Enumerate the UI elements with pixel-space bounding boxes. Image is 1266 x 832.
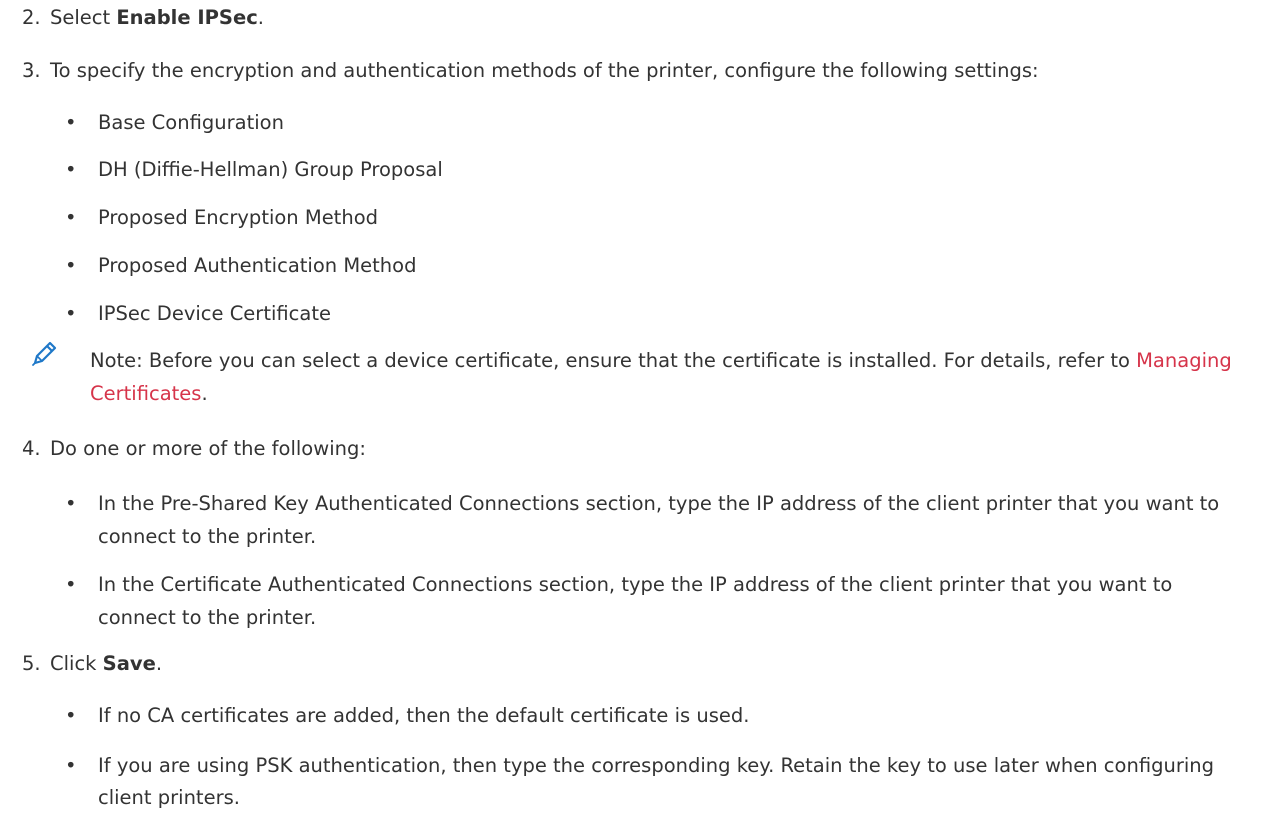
list-item: • DH (Diffie-Hellman) Group Proposal: [65, 156, 1250, 184]
step-text-prefix: Select: [50, 6, 117, 29]
step-text: Do one or more of the following:: [50, 437, 366, 460]
step-text: To specify the encryption and authentica…: [50, 59, 1039, 82]
list-item-text: Proposed Encryption Method: [98, 206, 378, 229]
bullet-icon: •: [65, 754, 77, 777]
list-item: • If you are using PSK authentication, th…: [65, 750, 1250, 814]
list-item-text: In the Certificate Authenticated Connect…: [98, 573, 1173, 629]
list-item: • Proposed Authentication Method: [65, 252, 1250, 280]
list-item: • Proposed Encryption Method: [65, 204, 1250, 232]
document-page: 2. Select Enable IPSec. 3. To specify the …: [0, 0, 1266, 832]
step-text-suffix: .: [155, 652, 163, 675]
list-item-text: DH (Diffie-Hellman) Group Proposal: [98, 158, 443, 181]
step-number: 2.: [22, 6, 41, 29]
step-bold-term: Enable IPSec: [116, 6, 258, 29]
bullet-icon: •: [65, 111, 77, 134]
list-item-text: In the Pre-Shared Key Authenticated Conn…: [98, 492, 1220, 548]
step-number: 3.: [22, 59, 41, 82]
step-4: 4. Do one or more of the following:: [22, 435, 1252, 463]
list-item: • In the Certificate Authenticated Connec…: [65, 568, 1250, 634]
list-item-text: Base Configuration: [98, 111, 284, 134]
step-number: 4.: [22, 437, 41, 460]
list-item-text: Proposed Authentication Method: [98, 254, 417, 277]
bullet-icon: •: [65, 302, 77, 325]
step-text: Select Enable IPSec.: [50, 4, 264, 32]
list-item: • Base Configuration: [65, 109, 1250, 137]
bullet-icon: •: [65, 158, 77, 181]
step-3: 3. To specify the encryption and authenti…: [22, 57, 1252, 85]
step-text-prefix: Click: [50, 652, 103, 675]
bullet-icon: •: [65, 704, 77, 727]
bullet-icon: •: [65, 492, 77, 515]
step-number: 5.: [22, 652, 41, 675]
step-text: Click Save.: [50, 650, 162, 678]
step-text-suffix: .: [257, 6, 264, 29]
list-item: • If no CA certificates are added, then t…: [65, 702, 1250, 730]
bullet-icon: •: [65, 254, 77, 277]
list-item-text: If no CA certificates are added, then th…: [98, 704, 750, 727]
bullet-icon: •: [65, 206, 77, 229]
list-item: • IPSec Device Certificate: [65, 300, 1250, 328]
step-2: 2. Select Enable IPSec.: [22, 4, 1252, 32]
list-item-text: If you are using PSK authentication, the…: [98, 754, 1215, 809]
note-text: Note: Before you can select a device cer…: [90, 349, 1130, 372]
list-item-text: IPSec Device Certificate: [98, 302, 331, 325]
step-bold-term: Save: [102, 652, 156, 675]
note-end: .: [201, 382, 208, 405]
step-5: 5. Click Save.: [22, 650, 1252, 678]
bullet-icon: •: [65, 573, 77, 596]
list-item: • In the Pre-Shared Key Authenticated Con…: [65, 487, 1250, 553]
note-callout: Note: Before you can select a device cer…: [90, 344, 1250, 410]
pencil-icon: [32, 341, 57, 366]
